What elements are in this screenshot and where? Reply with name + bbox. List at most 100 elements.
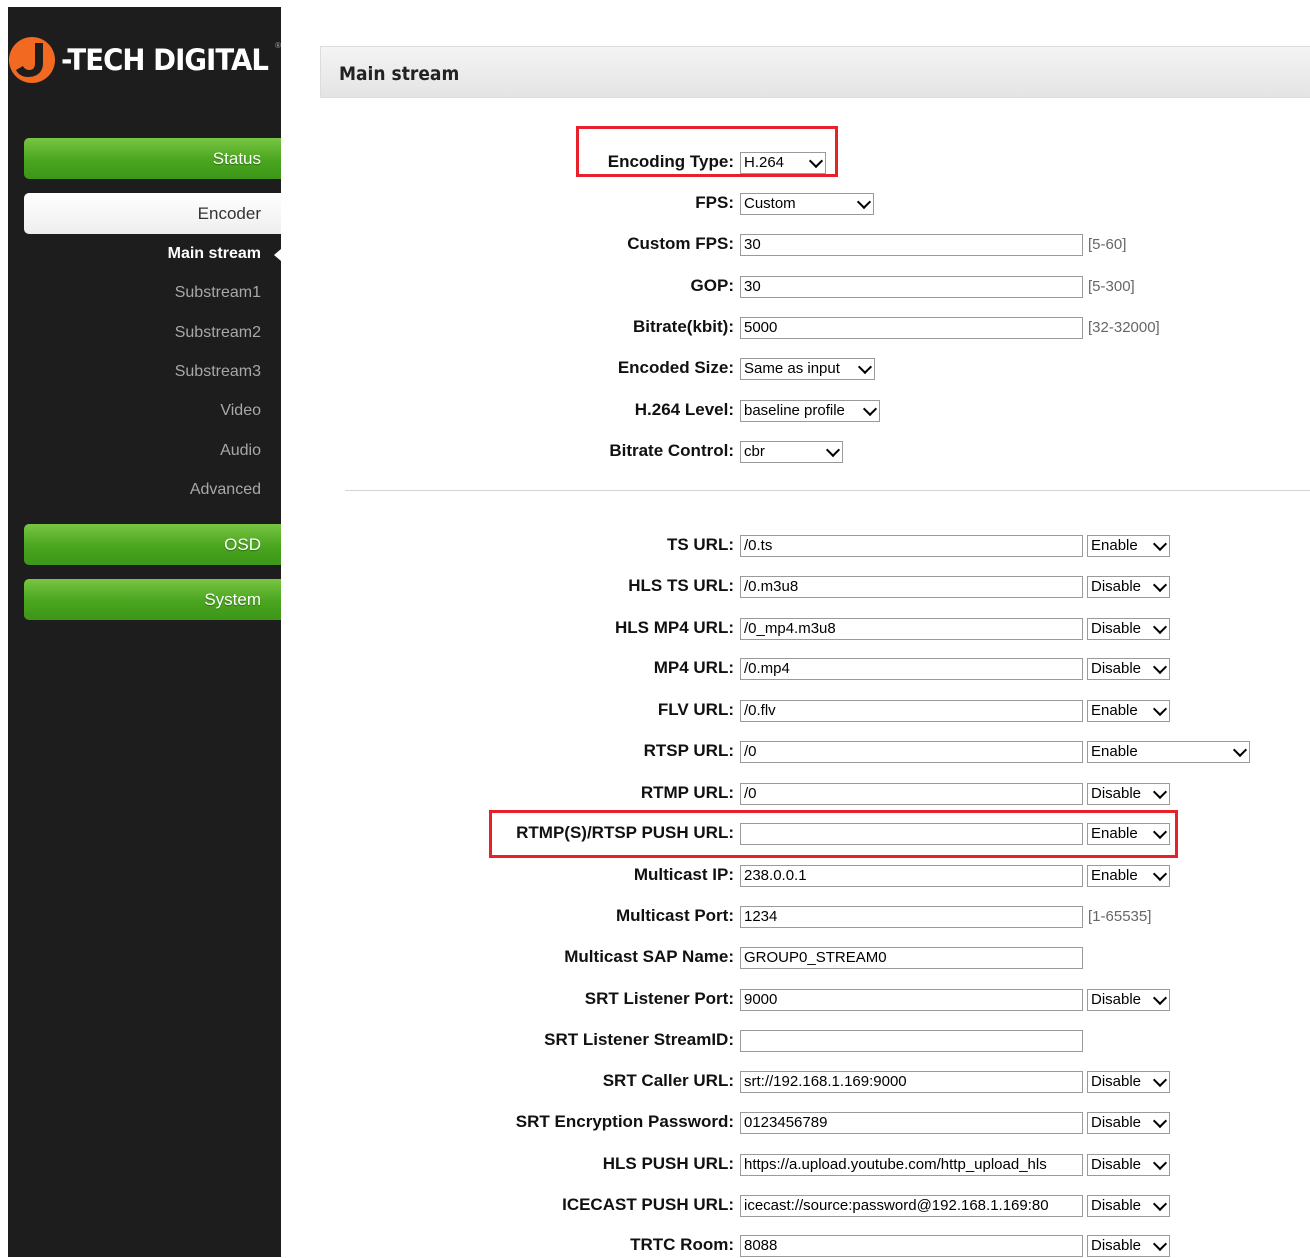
trtc-room-state: Disable [1091, 1237, 1142, 1254]
chevron-down-icon [1152, 619, 1168, 635]
srt-password-state-select[interactable]: Disable [1087, 1112, 1170, 1134]
fps-value: Custom [744, 195, 796, 212]
rtsp-url-state-select[interactable]: Enable [1087, 741, 1250, 763]
chevron-down-icon [857, 359, 873, 375]
ts-url-state: Enable [1091, 537, 1138, 554]
gop-input[interactable]: 30 [740, 276, 1083, 298]
srt-listener-streamid-input[interactable] [740, 1030, 1083, 1052]
encoded-size-row: Encoded Size: Same as input [0, 357, 1310, 381]
panel-header: Main stream [320, 46, 1310, 98]
custom-fps-range: [5-60] [1088, 236, 1127, 253]
custom-fps-label: Custom FPS: [627, 234, 734, 253]
fps-label: FPS: [695, 193, 734, 212]
h264-level-select[interactable]: baseline profile [740, 400, 880, 422]
hls-mp4-url-input[interactable]: /0_mp4.m3u8 [740, 618, 1083, 640]
hls-push-url-row: HLS PUSH URL: https://a.upload.youtube.c… [0, 1153, 1310, 1177]
ts-url-state-select[interactable]: Enable [1087, 535, 1170, 557]
rtmp-url-label: RTMP URL: [640, 783, 734, 802]
highlight-encoding-type [576, 126, 838, 177]
srt-listener-port-input[interactable]: 9000 [740, 989, 1083, 1011]
brand-logo: -TECH DIGITAL ® [8, 35, 281, 85]
rtsp-url-state: Enable [1091, 743, 1138, 760]
srt-caller-url-input[interactable]: srt://192.168.1.169:9000 [740, 1071, 1083, 1093]
icecast-push-url-state: Disable [1091, 1197, 1142, 1214]
gop-range: [5-300] [1088, 278, 1135, 295]
custom-fps-input[interactable]: 30 [740, 234, 1083, 256]
chevron-down-icon [1152, 536, 1168, 552]
logo-j-icon [8, 35, 63, 85]
bitrate-input[interactable]: 5000 [740, 317, 1083, 339]
chevron-down-icon [1152, 1113, 1168, 1129]
rtmp-url-row: RTMP URL: /0 Disable [0, 782, 1310, 806]
hls-mp4-url-row: HLS MP4 URL: /0_mp4.m3u8 Disable [0, 617, 1310, 641]
bitrate-control-select[interactable]: cbr [740, 441, 843, 463]
hls-push-url-state-select[interactable]: Disable [1087, 1154, 1170, 1176]
multicast-sap-row: Multicast SAP Name: GROUP0_STREAM0 [0, 946, 1310, 970]
mp4-url-input[interactable]: /0.mp4 [740, 658, 1083, 680]
flv-url-label: FLV URL: [657, 700, 734, 719]
hls-mp4-url-label: HLS MP4 URL: [615, 618, 734, 637]
multicast-port-input[interactable]: 1234 [740, 906, 1083, 928]
hls-ts-url-input[interactable]: /0.m3u8 [740, 576, 1083, 598]
chevron-down-icon [1152, 1155, 1168, 1171]
encoded-size-value: Same as input [744, 360, 840, 377]
bitrate-label: Bitrate(kbit): [632, 317, 734, 336]
rtmp-url-input[interactable]: /0 [740, 783, 1083, 805]
subnav-advanced[interactable]: Advanced [190, 481, 261, 499]
icecast-push-url-row: ICECAST PUSH URL: icecast://source:passw… [0, 1194, 1310, 1218]
hls-ts-url-state: Disable [1091, 578, 1142, 595]
multicast-ip-state: Enable [1091, 867, 1138, 884]
custom-fps-row: Custom FPS: 30 [5-60] [0, 233, 1310, 257]
hls-ts-url-label: HLS TS URL: [628, 576, 734, 595]
hls-push-url-state: Disable [1091, 1156, 1142, 1173]
multicast-ip-state-select[interactable]: Enable [1087, 865, 1170, 887]
multicast-sap-input[interactable]: GROUP0_STREAM0 [740, 947, 1083, 969]
logo-text: -TECH DIGITAL [61, 43, 269, 77]
ts-url-input[interactable]: /0.ts [740, 535, 1083, 557]
srt-listener-streamid-label: SRT Listener StreamID: [544, 1030, 734, 1049]
trtc-room-input[interactable]: 8088 [740, 1235, 1083, 1257]
srt-listener-port-label: SRT Listener Port: [584, 989, 734, 1008]
gop-row: GOP: 30 [5-300] [0, 275, 1310, 299]
flv-url-state-select[interactable]: Enable [1087, 700, 1170, 722]
rtmp-url-state: Disable [1091, 785, 1142, 802]
srt-caller-url-state-select[interactable]: Disable [1087, 1071, 1170, 1093]
srt-password-state: Disable [1091, 1114, 1142, 1131]
chevron-down-icon [825, 442, 841, 458]
highlight-push-url [489, 810, 1178, 858]
rtsp-url-row: RTSP URL: /0 Enable [0, 740, 1310, 764]
srt-caller-url-row: SRT Caller URL: srt://192.168.1.169:9000… [0, 1070, 1310, 1094]
hls-ts-url-state-select[interactable]: Disable [1087, 576, 1170, 598]
chevron-down-icon [1152, 1236, 1168, 1252]
multicast-ip-row: Multicast IP: 238.0.0.1 Enable [0, 864, 1310, 888]
srt-listener-port-state-select[interactable]: Disable [1087, 989, 1170, 1011]
srt-password-input[interactable]: 0123456789 [740, 1112, 1083, 1134]
section-divider [345, 490, 1310, 491]
srt-listener-port-row: SRT Listener Port: 9000 Disable [0, 988, 1310, 1012]
flv-url-input[interactable]: /0.flv [740, 700, 1083, 722]
multicast-ip-label: Multicast IP: [633, 865, 734, 884]
hls-push-url-input[interactable]: https://a.upload.youtube.com/http_upload… [740, 1154, 1083, 1176]
gop-label: GOP: [690, 276, 734, 295]
mp4-url-label: MP4 URL: [653, 658, 734, 677]
srt-password-label: SRT Encryption Password: [515, 1112, 734, 1131]
rtmp-url-state-select[interactable]: Disable [1087, 783, 1170, 805]
bitrate-control-value: cbr [744, 443, 765, 460]
srt-caller-url-state: Disable [1091, 1073, 1142, 1090]
ts-url-row: TS URL: /0.ts Enable [0, 534, 1310, 558]
trtc-room-state-select[interactable]: Disable [1087, 1235, 1170, 1257]
encoded-size-select[interactable]: Same as input [740, 358, 875, 380]
rtsp-url-input[interactable]: /0 [740, 741, 1083, 763]
page-title: Main stream [339, 63, 460, 85]
icecast-push-url-state-select[interactable]: Disable [1087, 1195, 1170, 1217]
mp4-url-state: Disable [1091, 660, 1142, 677]
mp4-url-state-select[interactable]: Disable [1087, 658, 1170, 680]
icecast-push-url-input[interactable]: icecast://source:password@192.168.1.169:… [740, 1195, 1083, 1217]
multicast-ip-input[interactable]: 238.0.0.1 [740, 865, 1083, 887]
bitrate-row: Bitrate(kbit): 5000 [32-32000] [0, 316, 1310, 340]
srt-listener-streamid-row: SRT Listener StreamID: [0, 1029, 1310, 1053]
flv-url-state: Enable [1091, 702, 1138, 719]
fps-select[interactable]: Custom [740, 193, 874, 215]
hls-mp4-url-state-select[interactable]: Disable [1087, 618, 1170, 640]
fps-row: FPS: Custom [0, 192, 1310, 216]
